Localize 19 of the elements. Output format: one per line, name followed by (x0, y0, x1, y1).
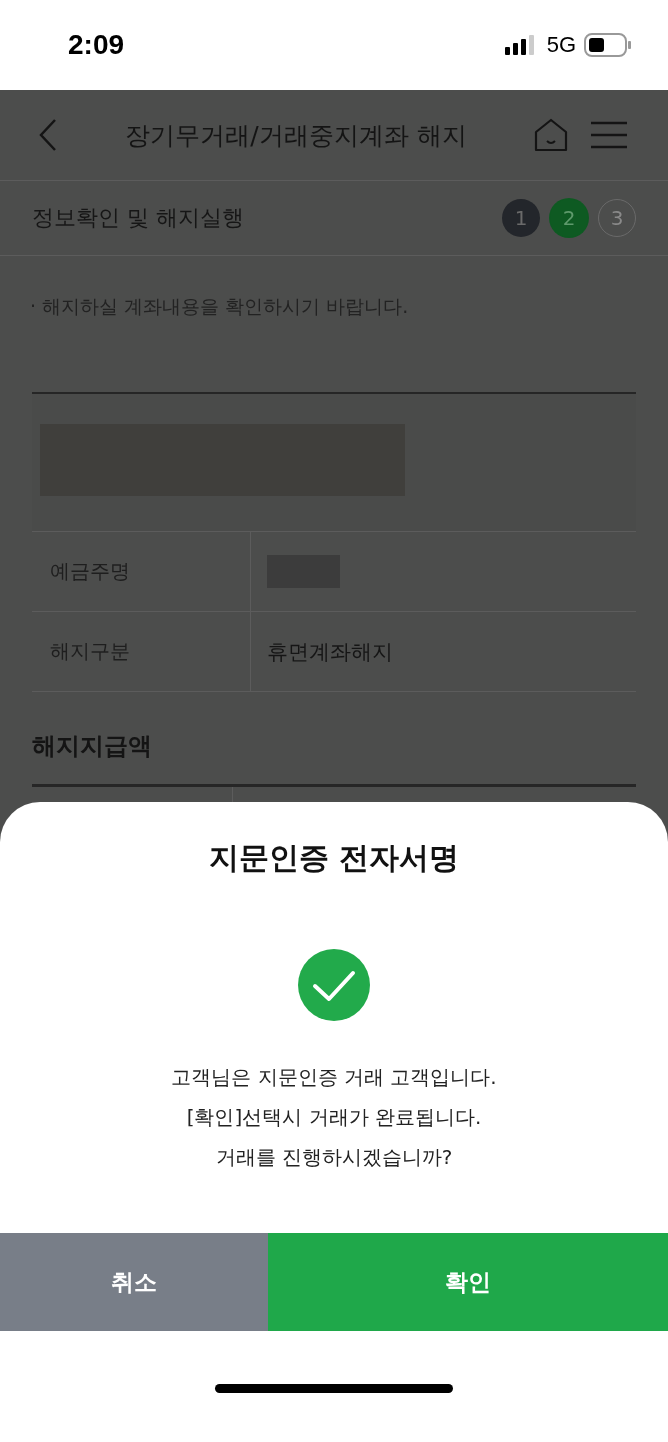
dialog-message: [확인]선택시 거래가 완료됩니다. (186, 1104, 482, 1131)
section-title: 해지지급액 (32, 732, 152, 760)
table-value: 휴면계좌해지 (267, 638, 393, 666)
dialog-message: 고객님은 지문인증 거래 고객입니다. (171, 1064, 497, 1091)
dialog-button[interactable]: 확인 (268, 1233, 668, 1331)
menu-icon[interactable] (590, 121, 628, 149)
home-icon[interactable] (534, 118, 568, 152)
back-icon[interactable] (38, 118, 58, 152)
dialog-button[interactable]: 취소 (0, 1233, 268, 1331)
step-indicator: 1 (502, 199, 540, 237)
step-indicator: 2 (550, 199, 588, 237)
network-label: 5G (546, 32, 576, 58)
dialog-title: 지문인증 전자서명 (208, 839, 460, 877)
section-title: 정보확인 및 해지실행 (32, 204, 244, 232)
check-icon (298, 949, 370, 1021)
page-title: 장기무거래/거래중지계좌 해지 (124, 119, 468, 152)
dialog-message: 거래를 진행하시겠습니까? (215, 1144, 453, 1171)
battery-icon (584, 33, 632, 57)
status-time: 2:09 (68, 29, 125, 61)
